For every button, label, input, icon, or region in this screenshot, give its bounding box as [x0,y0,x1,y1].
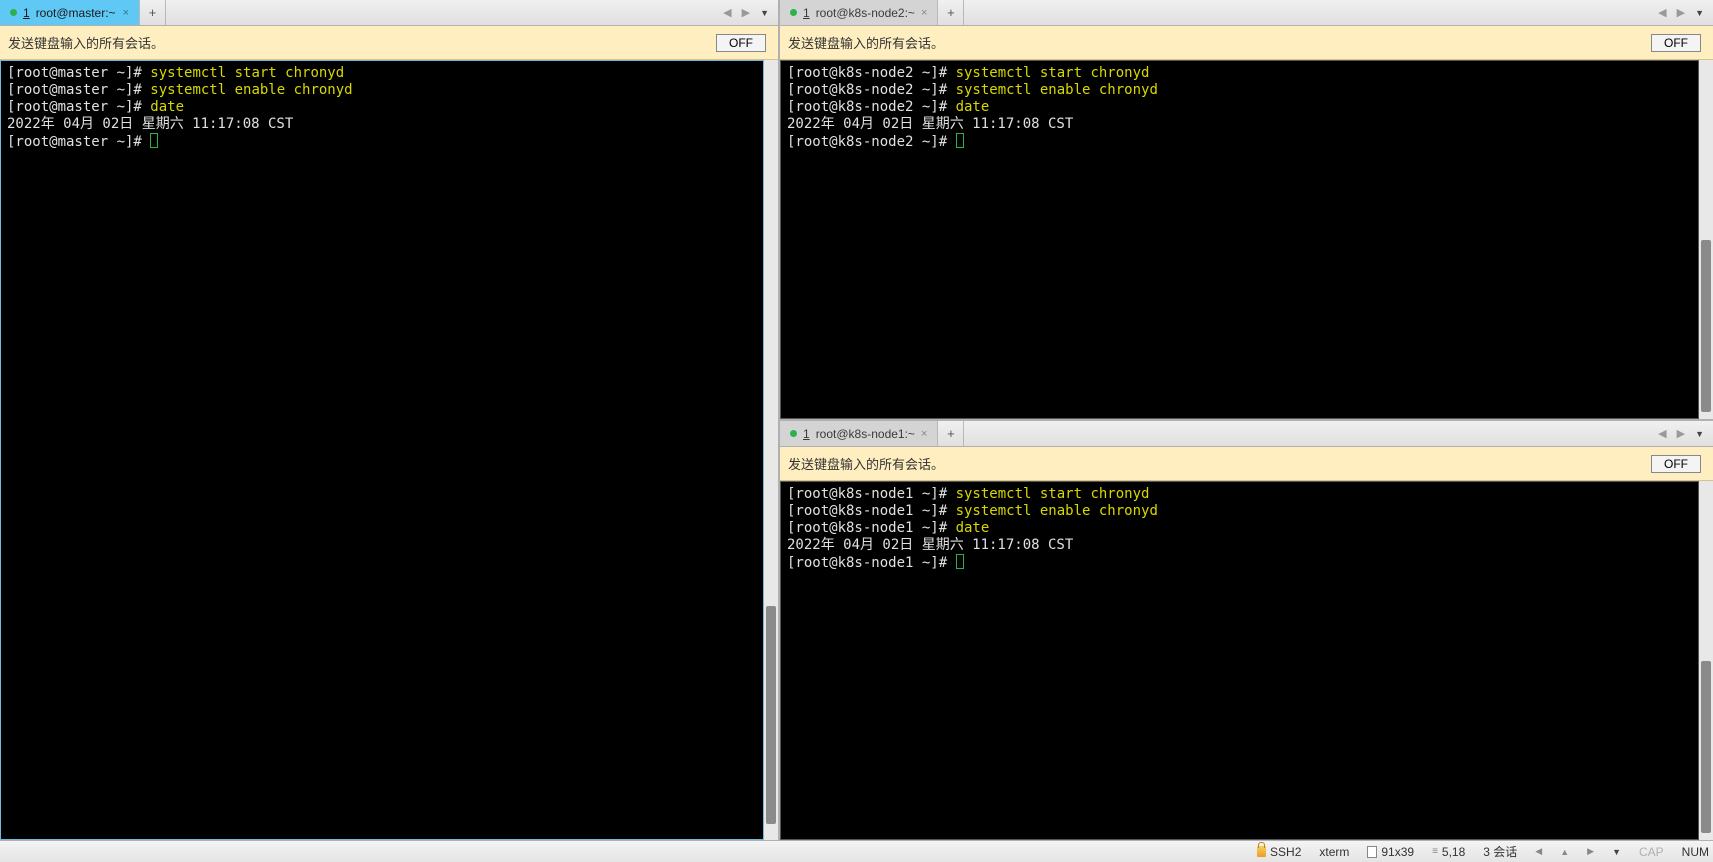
tab-bar-left: 1 root@master:~ × + ◀ ▶ ▼ [0,0,778,26]
session-up-icon[interactable]: ▲ [1560,847,1569,857]
terminal-node1[interactable]: [root@k8s-node1 ~]# systemctl start chro… [780,481,1699,840]
scrollbar-thumb[interactable] [1701,240,1711,412]
tab-menu-icon[interactable]: ▼ [757,8,772,18]
session-down-icon[interactable]: ▼ [1612,847,1621,857]
tab-menu-icon[interactable]: ▼ [1692,8,1707,18]
status-proto: SSH2 [1257,845,1301,859]
top-right-pane: 1 root@k8s-node2:~ × + ◀ ▶ ▼ 发送键盘输入的所有会话… [780,0,1713,421]
status-num: NUM [1682,845,1709,859]
banner-text: 发送键盘输入的所有会话。 [788,454,944,473]
terminal-node2[interactable]: [root@k8s-node2 ~]# systemctl start chro… [780,60,1699,419]
status-dot-icon [10,9,17,16]
status-size: 91x39 [1367,845,1414,859]
list-icon: ≡ [1432,846,1438,857]
terminal-wrap: [root@k8s-node1 ~]# systemctl start chro… [780,481,1713,840]
tab-next-icon[interactable]: ▶ [1674,427,1688,440]
status-bar: SSH2 xterm 91x39 ≡ 5,18 3 会话 ◀ ▲ ▶ ▼ CAP… [0,840,1713,862]
tab-master[interactable]: 1 root@master:~ × [0,0,140,25]
banner-text: 发送键盘输入的所有会话。 [8,33,164,52]
add-tab-button[interactable]: + [938,0,964,25]
right-pane: 1 root@k8s-node2:~ × + ◀ ▶ ▼ 发送键盘输入的所有会话… [780,0,1713,840]
status-dot-icon [790,430,797,437]
tab-title: root@master:~ [36,6,116,20]
tab-title: root@k8s-node2:~ [816,6,915,20]
terminal-wrap: [root@master ~]# systemctl start chronyd… [0,60,778,840]
session-next-icon[interactable]: ▶ [1587,846,1594,857]
scrollbar[interactable] [764,60,778,840]
status-sessions-label: 3 会话 [1483,843,1517,860]
session-prev-icon[interactable]: ◀ [1535,846,1542,857]
tab-next-icon[interactable]: ▶ [1674,6,1688,19]
tab-menu-icon[interactable]: ▼ [1692,429,1707,439]
status-proto-label: SSH2 [1270,845,1301,859]
close-icon[interactable]: × [921,428,927,440]
tab-nav: ◀ ▶ ▼ [1649,421,1713,446]
tab-bar-tr: 1 root@k8s-node2:~ × + ◀ ▶ ▼ [780,0,1713,26]
scrollbar-thumb[interactable] [1701,661,1711,833]
tab-next-icon[interactable]: ▶ [739,6,753,19]
tab-node2[interactable]: 1 root@k8s-node2:~ × [780,0,938,25]
status-termtype: xterm [1319,845,1349,859]
close-icon[interactable]: × [921,7,927,19]
banner-text: 发送键盘输入的所有会话。 [788,33,944,52]
tab-prev-icon[interactable]: ◀ [720,6,734,19]
tab-num: 1 [803,6,810,20]
status-size-label: 91x39 [1381,845,1414,859]
status-pos-label: 5,18 [1442,845,1465,859]
broadcast-off-button[interactable]: OFF [1651,455,1701,473]
broadcast-off-button[interactable]: OFF [1651,34,1701,52]
tab-prev-icon[interactable]: ◀ [1655,6,1669,19]
terminal-wrap: [root@k8s-node2 ~]# systemctl start chro… [780,60,1713,419]
tab-title: root@k8s-node1:~ [816,427,915,441]
lock-icon [1257,846,1266,857]
tab-num: 1 [803,427,810,441]
tab-prev-icon[interactable]: ◀ [1655,427,1669,440]
page-icon [1367,846,1377,858]
tab-nav: ◀ ▶ ▼ [714,0,778,25]
add-tab-button[interactable]: + [140,0,166,25]
terminal-master[interactable]: [root@master ~]# systemctl start chronyd… [0,60,764,840]
broadcast-banner: 发送键盘输入的所有会话。 OFF [0,26,778,60]
scrollbar-thumb[interactable] [766,606,776,824]
tab-bar-br: 1 root@k8s-node1:~ × + ◀ ▶ ▼ [780,421,1713,447]
scrollbar[interactable] [1699,481,1713,840]
bottom-right-pane: 1 root@k8s-node1:~ × + ◀ ▶ ▼ 发送键盘输入的所有会话… [780,421,1713,840]
broadcast-off-button[interactable]: OFF [716,34,766,52]
status-pos: ≡ 5,18 [1432,845,1465,859]
scrollbar[interactable] [1699,60,1713,419]
status-dot-icon [790,9,797,16]
tab-nav: ◀ ▶ ▼ [1649,0,1713,25]
status-sessions: 3 会话 [1483,843,1517,860]
close-icon[interactable]: × [123,7,129,19]
add-tab-button[interactable]: + [938,421,964,446]
tab-num: 1 [23,6,30,20]
status-cap: CAP [1639,845,1664,859]
tab-node1[interactable]: 1 root@k8s-node1:~ × [780,421,938,446]
main-area: 1 root@master:~ × + ◀ ▶ ▼ 发送键盘输入的所有会话。 O… [0,0,1713,840]
broadcast-banner: 发送键盘输入的所有会话。 OFF [780,447,1713,481]
broadcast-banner: 发送键盘输入的所有会话。 OFF [780,26,1713,60]
left-pane: 1 root@master:~ × + ◀ ▶ ▼ 发送键盘输入的所有会话。 O… [0,0,780,840]
